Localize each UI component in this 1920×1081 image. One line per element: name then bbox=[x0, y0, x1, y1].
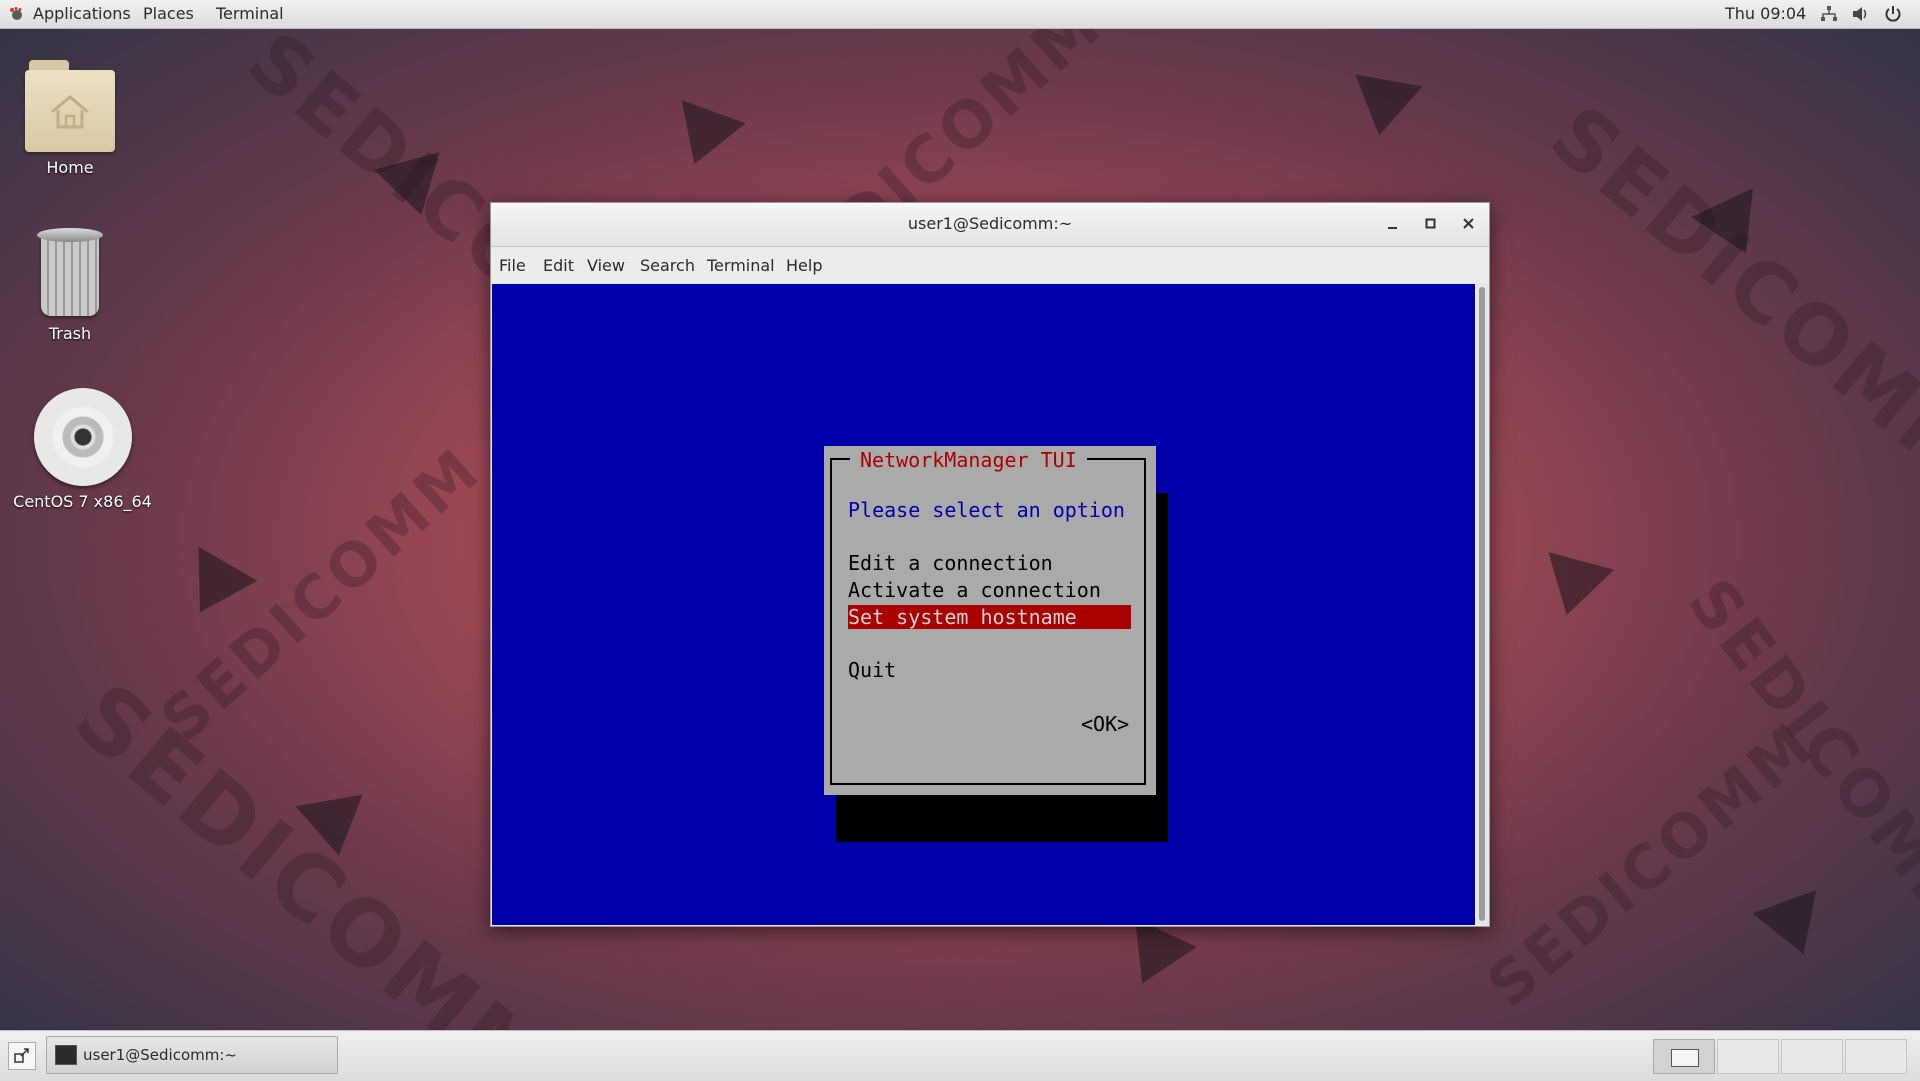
window-title: user1@Sedicomm:~ bbox=[907, 214, 1073, 233]
nmtui-dialog: NetworkManager TUI Please select an opti… bbox=[824, 446, 1156, 795]
menu-file[interactable]: File bbox=[499, 256, 526, 275]
network-icon[interactable] bbox=[1820, 5, 1838, 23]
maximize-button[interactable] bbox=[1420, 213, 1442, 235]
power-icon[interactable] bbox=[1884, 5, 1902, 23]
terminal-icon bbox=[55, 1045, 77, 1065]
terminal-screen[interactable]: NetworkManager TUI Please select an opti… bbox=[492, 284, 1475, 925]
gnome-foot-icon bbox=[10, 7, 22, 20]
wallpaper-triangle bbox=[1345, 74, 1423, 142]
top-panel: Applications Places Terminal Thu 09:04 bbox=[0, 0, 1920, 29]
trash-icon bbox=[35, 228, 105, 318]
desktop-icon-trash[interactable]: Trash bbox=[14, 228, 126, 343]
menu-help[interactable]: Help bbox=[786, 256, 822, 275]
desktop-icon-label: CentOS 7 x86_64 bbox=[13, 492, 152, 511]
taskbar-window-button[interactable]: user1@Sedicomm:~ bbox=[46, 1036, 338, 1074]
menu-option-activate-connection[interactable]: Activate a connection bbox=[848, 578, 1101, 602]
terminal-app-menu[interactable]: Terminal bbox=[216, 4, 284, 23]
optical-disc-icon bbox=[33, 388, 132, 486]
wallpaper-triangle bbox=[1752, 890, 1836, 966]
scrollbar-thumb[interactable] bbox=[1479, 287, 1485, 921]
window-titlebar[interactable]: user1@Sedicomm:~ bbox=[491, 203, 1489, 247]
close-button[interactable] bbox=[1458, 213, 1480, 235]
minimize-button[interactable] bbox=[1382, 213, 1404, 235]
desktop-icon-centos-disc[interactable]: CentOS 7 x86_64 bbox=[10, 388, 155, 511]
menu-search[interactable]: Search bbox=[640, 256, 695, 275]
workspace-4[interactable] bbox=[1845, 1039, 1907, 1074]
applications-menu[interactable]: Applications bbox=[33, 4, 131, 23]
house-glyph-icon bbox=[51, 95, 89, 129]
workspace-2[interactable] bbox=[1717, 1039, 1779, 1074]
show-desktop-button[interactable] bbox=[8, 1042, 36, 1070]
menu-option-set-hostname[interactable]: Set system hostname bbox=[848, 605, 1131, 629]
menu-edit[interactable]: Edit bbox=[543, 256, 574, 275]
desktop-icon-home[interactable]: Home bbox=[14, 56, 126, 177]
dialog-prompt: Please select an option bbox=[848, 498, 1125, 522]
wallpaper-triangle bbox=[662, 100, 746, 176]
menu-view[interactable]: View bbox=[587, 256, 625, 275]
wallpaper-triangle bbox=[1111, 918, 1197, 998]
wallpaper-triangle bbox=[1533, 552, 1615, 624]
clock[interactable]: Thu 09:04 bbox=[1725, 4, 1806, 23]
bottom-taskbar: user1@Sedicomm:~ bbox=[0, 1030, 1920, 1081]
taskbar-window-label: user1@Sedicomm:~ bbox=[83, 1046, 237, 1064]
workspace-1[interactable] bbox=[1653, 1039, 1715, 1074]
desktop-icon-label: Trash bbox=[48, 324, 92, 343]
minimize-icon bbox=[1388, 227, 1397, 229]
ok-button[interactable]: <OK> bbox=[1081, 712, 1129, 736]
places-menu[interactable]: Places bbox=[143, 4, 194, 23]
menu-option-quit[interactable]: Quit bbox=[848, 658, 896, 682]
menu-option-edit-connection[interactable]: Edit a connection bbox=[848, 551, 1053, 575]
terminal-scrollbar[interactable] bbox=[1477, 284, 1488, 925]
home-folder-icon bbox=[23, 56, 117, 152]
maximize-icon bbox=[1425, 218, 1436, 229]
wallpaper-watermark: SEDICOMM bbox=[1532, 87, 1920, 508]
close-icon bbox=[1463, 218, 1474, 229]
workspace-window-thumb bbox=[1671, 1049, 1699, 1067]
dialog-title: NetworkManager TUI bbox=[850, 446, 1087, 474]
terminal-window: user1@Sedicomm:~ File Edit View Search T… bbox=[490, 202, 1490, 927]
volume-icon[interactable] bbox=[1851, 5, 1869, 23]
wallpaper-watermark: SEDICOMM bbox=[1474, 708, 1829, 1022]
desktop-icon-label: Home bbox=[46, 158, 94, 177]
workspace-3[interactable] bbox=[1781, 1039, 1843, 1074]
menu-terminal[interactable]: Terminal bbox=[707, 256, 775, 275]
wallpaper-triangle bbox=[295, 794, 373, 862]
terminal-menubar: File Edit View Search Terminal Help bbox=[491, 247, 1489, 283]
show-desktop-icon bbox=[14, 1048, 29, 1063]
